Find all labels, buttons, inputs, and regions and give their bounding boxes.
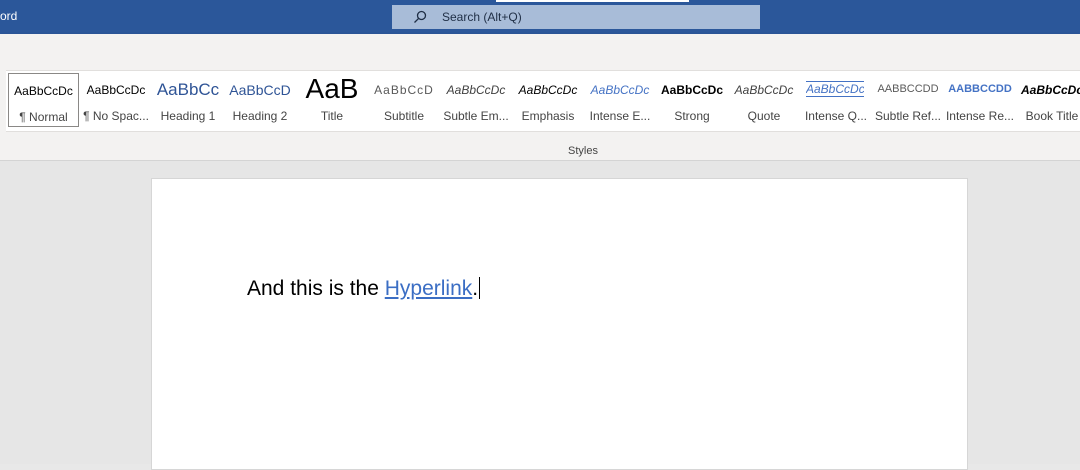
style-label: Heading 2 <box>232 109 288 123</box>
style-preview: AaBbCcDc <box>806 81 864 97</box>
styles-group-label: Styles <box>568 145 598 157</box>
document-paragraph[interactable]: And this is the Hyperlink. <box>247 277 481 301</box>
style-label: Heading 1 <box>160 109 216 123</box>
style-no-spacing[interactable]: AaBbCcDc ¶ No Spac... <box>80 73 152 127</box>
hyperlink[interactable]: Hyperlink <box>385 277 473 300</box>
style-preview: AaBbCcD <box>229 82 291 98</box>
title-bar: ord Search (Alt+Q) <box>0 0 1080 34</box>
styles-gallery: AaBbCcDc ¶ Normal AaBbCcDc ¶ No Spac... … <box>6 70 1080 132</box>
style-subtle-emphasis[interactable]: AaBbCcDc Subtle Em... <box>440 73 512 127</box>
style-label: ¶ Normal <box>19 110 68 124</box>
paragraph-end-text: . <box>472 277 479 300</box>
style-subtitle[interactable]: AaBbCcD Subtitle <box>368 73 440 127</box>
style-preview: AaBbCcDc <box>660 83 723 97</box>
style-preview: AaBbCcDc <box>1020 83 1080 97</box>
style-label: Intense Q... <box>804 109 868 123</box>
style-subtle-reference[interactable]: AABBCCDD Subtle Ref... <box>872 73 944 127</box>
style-preview: AABBCCDD <box>948 83 1012 95</box>
search-icon <box>414 10 427 23</box>
style-emphasis[interactable]: AaBbCcDc Emphasis <box>512 73 584 127</box>
style-preview: AABBCCDD <box>877 83 939 95</box>
style-title[interactable]: AaB Title <box>296 73 368 127</box>
search-box[interactable]: Search (Alt+Q) <box>392 5 760 29</box>
ribbon: AaBbCcDc ¶ Normal AaBbCcDc ¶ No Spac... … <box>0 34 1080 161</box>
style-label: Book Title <box>1025 109 1079 123</box>
style-preview: AaBbCcDc <box>14 84 73 98</box>
style-quote[interactable]: AaBbCcDc Quote <box>728 73 800 127</box>
style-preview: AaB <box>305 73 359 104</box>
style-intense-reference[interactable]: AABBCCDD Intense Re... <box>944 73 1016 127</box>
style-strong[interactable]: AaBbCcDc Strong <box>656 73 728 127</box>
app-name: ord <box>0 9 18 23</box>
style-preview: AaBbCc <box>156 80 220 99</box>
style-label: Subtle Em... <box>443 109 509 123</box>
style-preview: AaBbCcDc <box>86 83 146 97</box>
style-label: Subtitle <box>383 109 425 123</box>
style-preview: AaBbCcD <box>374 83 434 97</box>
style-label: Intense E... <box>589 109 651 123</box>
style-intense-quote[interactable]: AaBbCcDc Intense Q... <box>800 73 872 127</box>
style-label: Title <box>320 109 344 123</box>
style-label: Subtle Ref... <box>874 109 942 123</box>
style-preview: AaBbCcDc <box>590 83 650 97</box>
style-label: Quote <box>747 109 781 123</box>
search-label: Search (Alt+Q) <box>442 10 522 24</box>
style-label: Intense Re... <box>945 109 1015 123</box>
style-label: Strong <box>674 109 710 123</box>
style-preview: AaBbCcDc <box>518 83 578 97</box>
style-label: Emphasis <box>521 109 575 123</box>
title-accent-line <box>496 0 689 2</box>
style-preview: AaBbCcDc <box>446 83 506 97</box>
text-cursor <box>479 277 481 299</box>
style-intense-emphasis[interactable]: AaBbCcDc Intense E... <box>584 73 656 127</box>
style-heading-2[interactable]: AaBbCcD Heading 2 <box>224 73 296 127</box>
style-label: ¶ No Spac... <box>83 109 149 123</box>
style-heading-1[interactable]: AaBbCc Heading 1 <box>152 73 224 127</box>
style-book-title[interactable]: AaBbCcDc Book Title <box>1016 73 1080 127</box>
style-preview: AaBbCcDc <box>734 83 794 97</box>
style-normal[interactable]: AaBbCcDc ¶ Normal <box>8 73 79 127</box>
paragraph-text: And this is the <box>247 277 385 300</box>
document-page[interactable] <box>151 178 968 470</box>
